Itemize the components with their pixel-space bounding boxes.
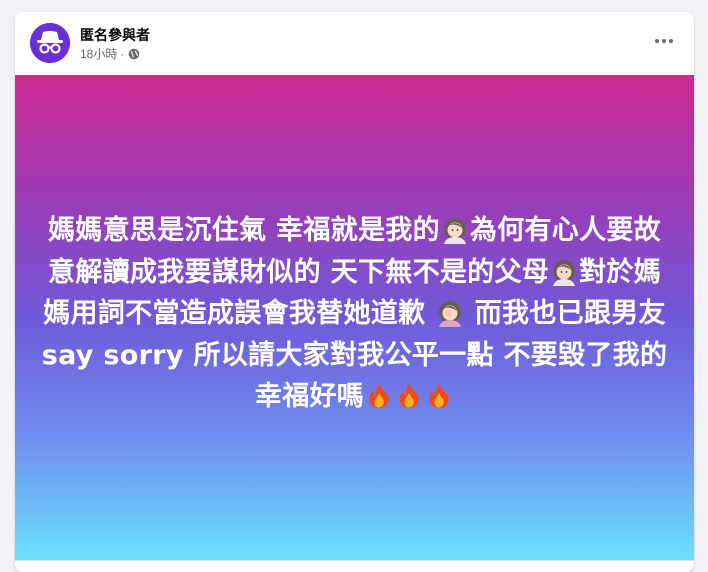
woman-icon [443,218,466,245]
post-header: 匿名參與者 18小時 · [15,12,694,74]
post-footer [15,560,694,572]
woman-icon [553,259,576,286]
post-time[interactable]: 18小時 [80,45,117,62]
woman-facepalming-icon [439,301,462,328]
post-background: 媽媽意思是沉住氣 幸福就是我的 為何有心人要故意解讀成我要謀財似的 天下無不是的… [15,75,694,560]
author-name[interactable]: 匿名參與者 [80,25,150,45]
post-text: 媽媽意思是沉住氣 幸福就是我的 為何有心人要故意解讀成我要謀財似的 天下無不是的… [40,210,670,418]
incognito-icon[interactable] [30,23,70,63]
post-card: 匿名參與者 18小時 · 媽媽意思是沉住氣 幸福就是我的 為何有心人要故意解讀成… [15,12,694,572]
fire-icon [399,384,419,409]
fire-icon [369,384,389,409]
more-options-icon[interactable] [646,27,682,55]
globe-icon[interactable] [128,48,140,60]
post-meta: 18小時 · [80,45,140,62]
post-text-segment: 媽媽意思是沉住氣 幸福就是我的 [47,215,440,247]
meta-separator: · [120,46,125,61]
fire-icon [429,384,449,409]
